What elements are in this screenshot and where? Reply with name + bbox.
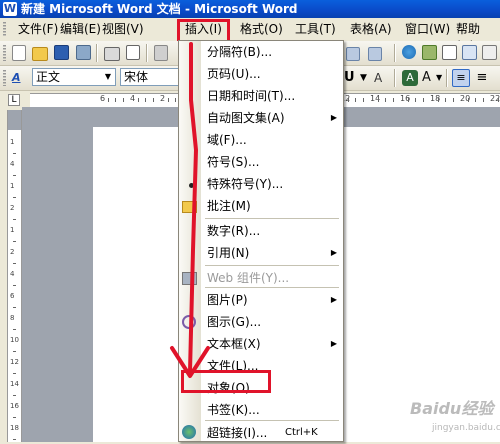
watermark-url: jingyan.baidu.com <box>432 423 500 433</box>
object-item-highlight <box>181 370 271 393</box>
annotation-arrow-line <box>188 42 198 374</box>
watermark-text: Baidu经验 <box>410 399 494 418</box>
